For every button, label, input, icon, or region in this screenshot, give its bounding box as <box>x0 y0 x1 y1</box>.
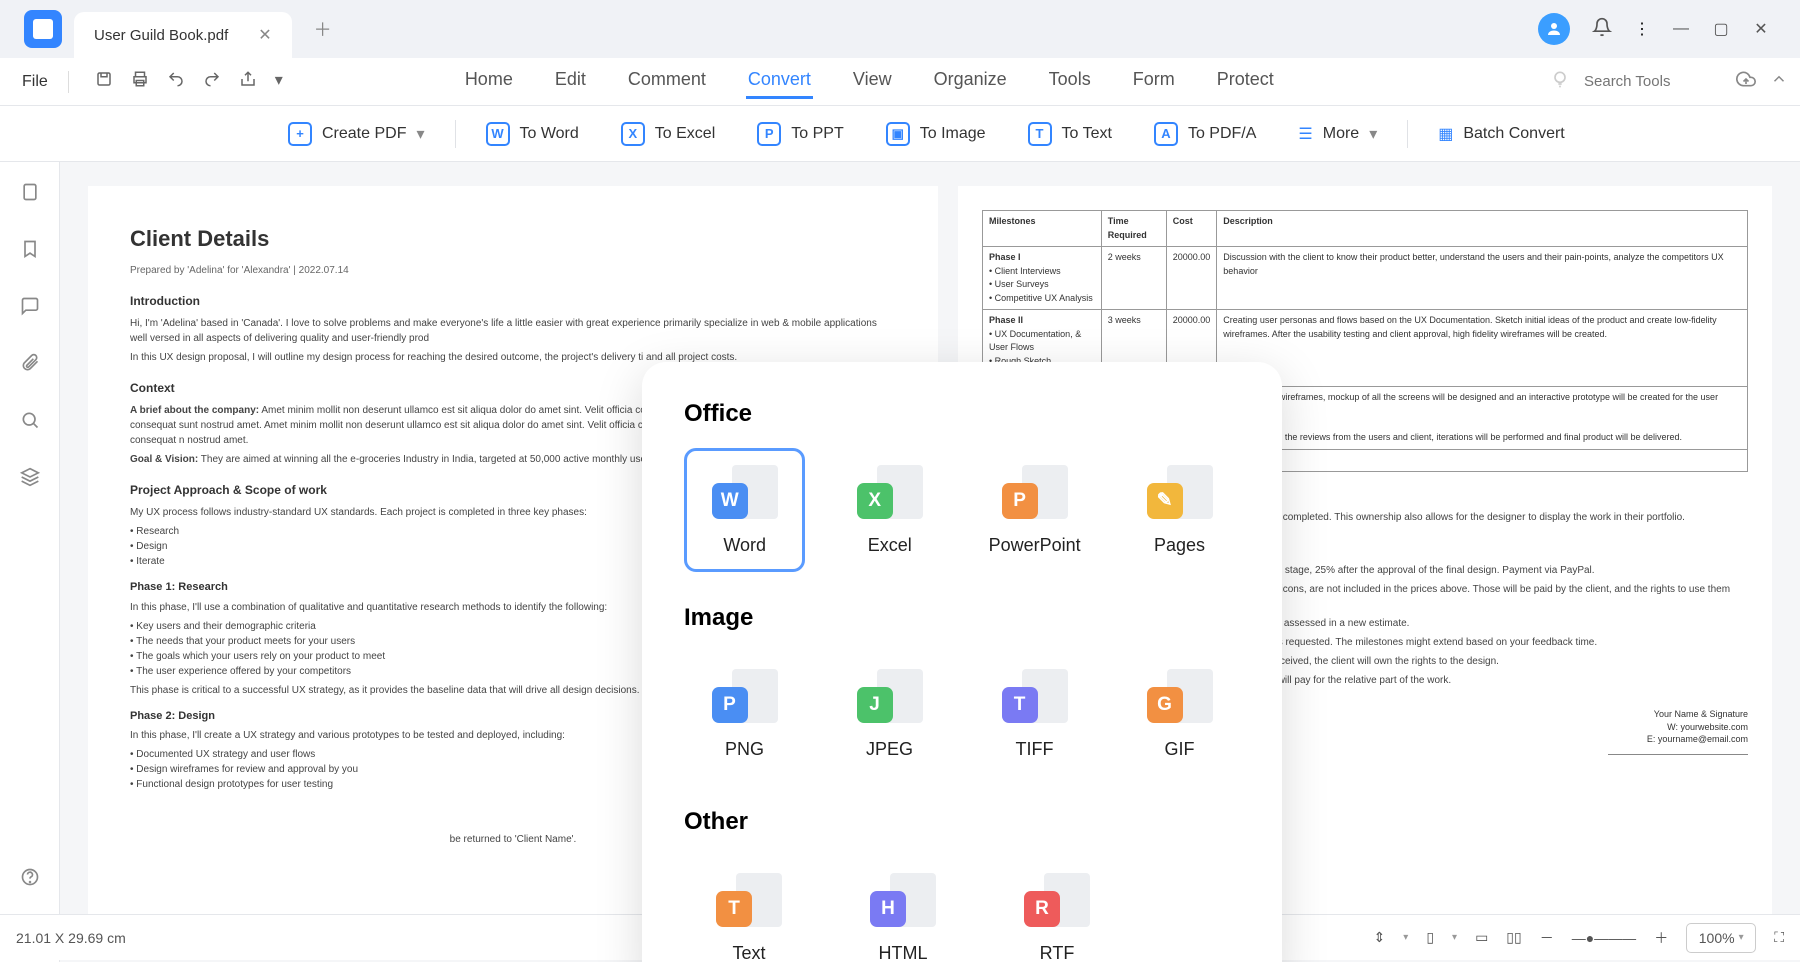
zoom-slider[interactable]: —●——— <box>1572 930 1636 946</box>
format-card-text[interactable]: TText <box>684 856 814 962</box>
attachment-icon[interactable] <box>20 353 40 378</box>
menu-convert[interactable]: Convert <box>746 65 813 99</box>
titlebar: User Guild Book.pdf ✕ ＋ ⋮ — ▢ ✕ <box>0 0 1800 58</box>
to-pdfa-button[interactable]: ATo PDF/A <box>1142 116 1268 152</box>
menubar: File ▾ Home Edit Comment Convert View Or… <box>0 58 1800 106</box>
minimize-button[interactable]: — <box>1672 20 1690 38</box>
to-word-button[interactable]: WTo Word <box>474 116 591 152</box>
help-icon[interactable] <box>20 867 40 892</box>
layers-icon[interactable] <box>20 467 40 492</box>
doc-title: Client Details <box>130 222 896 255</box>
thumbnail-icon[interactable] <box>20 182 40 207</box>
redo-icon[interactable] <box>203 70 221 93</box>
section-office: Office <box>684 400 1240 428</box>
notification-icon[interactable] <box>1592 17 1612 42</box>
page-dimensions: 21.01 X 29.69 cm <box>16 930 126 946</box>
comment-icon[interactable] <box>20 296 40 321</box>
format-card-html[interactable]: HHTML <box>838 856 968 962</box>
convert-format-popup: Office WWordXExcelPPowerPoint✎Pages Imag… <box>642 362 1282 962</box>
collapse-ribbon-icon[interactable] <box>1770 70 1788 93</box>
format-card-png[interactable]: PPNG <box>684 652 805 776</box>
menu-home[interactable]: Home <box>463 65 515 99</box>
batch-convert-button[interactable]: ▦Batch Convert <box>1426 118 1577 150</box>
document-tab[interactable]: User Guild Book.pdf ✕ <box>74 12 292 58</box>
menu-view[interactable]: View <box>851 65 894 99</box>
section-other: Other <box>684 808 1240 836</box>
format-card-excel[interactable]: XExcel <box>829 448 950 572</box>
maximize-button[interactable]: ▢ <box>1712 20 1730 38</box>
left-sidebar: ‹ <box>0 162 60 962</box>
menu-protect[interactable]: Protect <box>1215 65 1276 99</box>
to-image-button[interactable]: ▣To Image <box>874 116 998 152</box>
format-card-rtf[interactable]: RRTF <box>992 856 1122 962</box>
user-avatar[interactable] <box>1538 13 1570 45</box>
share-icon[interactable] <box>239 70 257 93</box>
new-tab-button[interactable]: ＋ <box>314 16 332 42</box>
convert-toolbar: +Create PDF▾ WTo Word XTo Excel PTo PPT … <box>0 106 1800 162</box>
close-window-button[interactable]: ✕ <box>1752 20 1770 38</box>
search-input[interactable] <box>1584 73 1704 90</box>
format-card-tiff[interactable]: TTIFF <box>974 652 1095 776</box>
format-card-jpeg[interactable]: JJPEG <box>829 652 950 776</box>
document-viewport[interactable]: Client Details Prepared by 'Adelina' for… <box>60 162 1800 962</box>
print-icon[interactable] <box>131 70 149 93</box>
single-page-icon[interactable]: ▯ <box>1426 929 1434 946</box>
search-icon[interactable] <box>20 410 40 435</box>
cloud-icon[interactable] <box>1736 69 1756 94</box>
close-tab-icon[interactable]: ✕ <box>258 25 271 45</box>
create-pdf-button[interactable]: +Create PDF▾ <box>276 116 437 152</box>
menu-tools[interactable]: Tools <box>1047 65 1093 99</box>
format-card-gif[interactable]: GGIF <box>1119 652 1240 776</box>
to-ppt-button[interactable]: PTo PPT <box>745 116 855 152</box>
more-button[interactable]: ☰More▾ <box>1286 118 1389 150</box>
format-card-pages[interactable]: ✎Pages <box>1119 448 1240 572</box>
section-image: Image <box>684 604 1240 632</box>
app-logo[interactable] <box>24 10 62 48</box>
menu-form[interactable]: Form <box>1131 65 1177 99</box>
format-card-powerpoint[interactable]: PPowerPoint <box>974 448 1095 572</box>
menu-comment[interactable]: Comment <box>626 65 708 99</box>
main-menu: Home Edit Comment Convert View Organize … <box>463 65 1276 99</box>
zoom-out-icon[interactable]: － <box>1540 928 1554 948</box>
save-icon[interactable] <box>95 70 113 93</box>
lightbulb-icon[interactable] <box>1550 69 1570 94</box>
menu-edit[interactable]: Edit <box>553 65 588 99</box>
format-card-word[interactable]: WWord <box>684 448 805 572</box>
read-mode-icon[interactable]: ▭ <box>1475 929 1488 946</box>
to-text-button[interactable]: TTo Text <box>1016 116 1124 152</box>
undo-icon[interactable] <box>167 70 185 93</box>
zoom-in-icon[interactable]: ＋ <box>1654 928 1668 948</box>
two-page-icon[interactable]: ▯▯ <box>1506 929 1521 946</box>
more-menu-icon[interactable]: ⋮ <box>1634 19 1650 39</box>
fit-width-icon[interactable]: ⇕ <box>1374 929 1386 946</box>
bookmark-icon[interactable] <box>20 239 40 264</box>
tab-title: User Guild Book.pdf <box>94 27 228 44</box>
to-excel-button[interactable]: XTo Excel <box>609 116 727 152</box>
zoom-value[interactable]: 100%▾ <box>1686 923 1756 953</box>
dropdown-icon[interactable]: ▾ <box>275 70 283 93</box>
menu-organize[interactable]: Organize <box>932 65 1009 99</box>
file-menu[interactable]: File <box>12 69 58 95</box>
fullscreen-icon[interactable]: ⛶ <box>1774 929 1784 946</box>
